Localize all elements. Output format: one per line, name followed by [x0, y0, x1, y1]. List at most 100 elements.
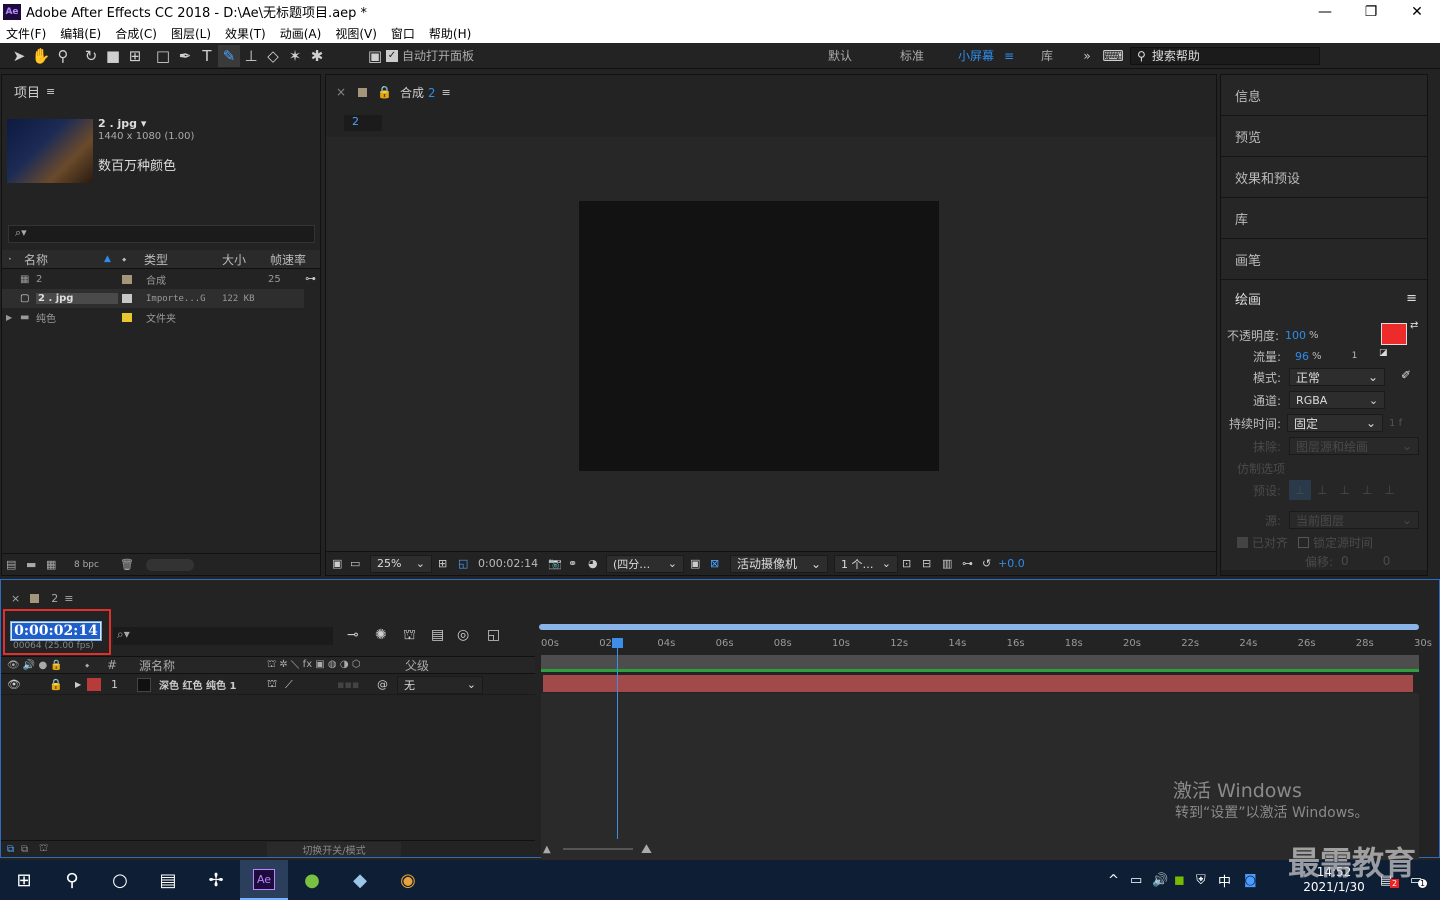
label-color-swatch[interactable]: [122, 294, 132, 303]
region-icon[interactable]: ▣: [690, 557, 710, 570]
timeline-layer-row[interactable]: 👁 🔒 ▶ 1 深色 红色 纯色 1 ⛫ ⟋ ▪▪▪ @ 无 ⌄: [1, 675, 535, 695]
cortana-icon[interactable]: ○: [96, 860, 144, 900]
camera-tool-icon[interactable]: ■: [102, 45, 124, 67]
ime-indicator[interactable]: 中: [1218, 871, 1244, 890]
eyedropper-icon[interactable]: ✐: [1401, 368, 1411, 382]
new-folder-icon[interactable]: ▬: [26, 558, 46, 571]
trash-icon[interactable]: 🗑: [120, 558, 140, 571]
reset-exposure-icon[interactable]: ↺: [982, 557, 998, 570]
project-search-input[interactable]: ⌕▾: [8, 225, 315, 243]
show-hidden-icons-icon[interactable]: ^: [1108, 873, 1130, 888]
zoom-in-icon[interactable]: ⛰: [641, 842, 652, 857]
source-dropdown[interactable]: 当前图层 ⌄: [1289, 511, 1420, 529]
offset-y-value[interactable]: 0: [1383, 554, 1391, 568]
task-view-icon[interactable]: ▤: [144, 860, 192, 900]
layer-switches-icon[interactable]: ⧉: [1, 844, 21, 855]
timecode-input[interactable]: 0:00:02:14: [10, 621, 102, 641]
shy-switch-icon[interactable]: ⛫: [267, 677, 285, 692]
monitor-icon[interactable]: ▭: [350, 557, 370, 570]
transparency-grid-icon[interactable]: ⊠: [710, 557, 730, 570]
clone-stamp-tool-icon[interactable]: ⊥: [240, 45, 262, 67]
menu-help[interactable]: 帮助(H): [429, 25, 471, 42]
label-color-swatch[interactable]: [122, 275, 132, 284]
layer-label-color[interactable]: [87, 678, 101, 691]
more-workspaces-icon[interactable]: »: [1072, 49, 1102, 63]
workspace-standard[interactable]: 标准: [876, 47, 948, 64]
resolution-dropdown[interactable]: (四分… ⌄: [606, 554, 684, 573]
panel-menu-icon[interactable]: ≡: [442, 86, 451, 99]
zoom-tool-icon[interactable]: ⚲: [52, 45, 74, 67]
sort-up-icon[interactable]: ▲: [104, 254, 122, 264]
brushes-panel-tab[interactable]: 画笔: [1221, 239, 1427, 280]
bit-depth-label[interactable]: 8 bpc: [74, 560, 120, 570]
security-icon[interactable]: ⛨: [1196, 873, 1218, 888]
visibility-eye-icon[interactable]: 👁: [1, 678, 35, 691]
opacity-value[interactable]: 100: [1285, 329, 1306, 342]
menu-animation[interactable]: 动画(A): [280, 25, 322, 42]
interpret-footage-icon[interactable]: ▤: [6, 558, 26, 571]
duration-dropdown[interactable]: 固定 ⌄: [1287, 414, 1384, 432]
new-composition-icon[interactable]: ▦: [46, 558, 74, 571]
toggle-pixel-icon[interactable]: ⊡: [902, 557, 922, 570]
layer-lock-icon[interactable]: 🔒: [35, 678, 75, 691]
hand-tool-icon[interactable]: ✋: [30, 45, 52, 67]
frame-blending-icon[interactable]: ▤: [431, 627, 457, 645]
pinwheel-app-icon[interactable]: ✢: [192, 860, 240, 900]
col-size[interactable]: 大小: [222, 251, 270, 268]
mode-dropdown[interactable]: 正常 ⌄: [1289, 368, 1386, 386]
aligned-checkbox[interactable]: [1237, 536, 1248, 548]
fast-preview-icon[interactable]: ⊟: [922, 557, 942, 570]
comp-canvas[interactable]: [579, 201, 939, 471]
close-button[interactable]: ✕: [1394, 0, 1440, 23]
workspace-icon[interactable]: ▣: [364, 45, 386, 67]
clone-preset-4-icon[interactable]: ⊥: [1362, 483, 1372, 497]
composition-mini-flowchart-icon[interactable]: ⊸: [347, 627, 375, 645]
search-icon[interactable]: ⚲: [48, 860, 96, 900]
clone-preset-2-icon[interactable]: ⊥: [1317, 483, 1327, 497]
close-tab-icon[interactable]: ×: [11, 592, 20, 605]
notepad-app-icon[interactable]: ◆: [336, 860, 384, 900]
auto-open-panel-checkbox[interactable]: ✓ 自动打开面板: [386, 47, 474, 64]
mask-toggle-icon[interactable]: ◱: [458, 557, 478, 570]
rotate-tool-icon[interactable]: ↻: [80, 45, 102, 67]
brush-tool-icon[interactable]: ✎: [218, 44, 240, 67]
clone-preset-5-icon[interactable]: ⊥: [1384, 483, 1394, 497]
show-snapshot-icon[interactable]: ⚭: [568, 557, 588, 570]
windows-start-icon[interactable]: ⊞: [0, 860, 48, 900]
comp-tab-label[interactable]: 合成 2: [400, 84, 435, 101]
col-name[interactable]: 名称: [24, 251, 104, 268]
pen-tool-icon[interactable]: ✒: [174, 45, 196, 67]
menu-layer[interactable]: 图层(L): [171, 25, 211, 42]
type-tool-icon[interactable]: T: [196, 45, 218, 67]
project-row[interactable]: ▢ 2 . jpg Importe...G 122 KB: [2, 289, 304, 308]
zoom-dropdown[interactable]: 25% ⌄: [370, 554, 432, 573]
channel-dropdown[interactable]: RGBA ⌄: [1289, 391, 1386, 409]
playhead-handle[interactable]: [612, 638, 623, 648]
rectangle-tool-icon[interactable]: □: [152, 45, 174, 67]
network-icon[interactable]: ▭: [1130, 873, 1152, 888]
zoom-slider[interactable]: [563, 848, 633, 850]
comp-nav-tab[interactable]: 2: [344, 115, 382, 131]
expand-arrow-icon[interactable]: ▶: [75, 680, 87, 689]
chrome-icon[interactable]: ◉: [384, 860, 432, 900]
snapshot-icon[interactable]: 📷: [548, 557, 568, 570]
offset-x-value[interactable]: 0: [1341, 554, 1349, 568]
timeline-icon[interactable]: ▥: [942, 557, 962, 570]
erase-dropdown[interactable]: 图层源和绘画 ⌄: [1289, 437, 1420, 455]
effects-presets-panel-tab[interactable]: 效果和预设: [1221, 157, 1427, 198]
selection-tool-icon[interactable]: ➤: [8, 45, 30, 67]
after-effects-taskbar-icon[interactable]: Ae: [240, 860, 288, 900]
playhead-line[interactable]: [617, 640, 618, 839]
eraser-tool-icon[interactable]: ◇: [262, 45, 284, 67]
workspace-small-screen[interactable]: 小屏幕: [948, 47, 1004, 64]
in-out-icon[interactable]: ⛫: [39, 843, 267, 856]
foreground-color-swatch[interactable]: [1381, 323, 1407, 345]
puppet-tool-icon[interactable]: ✱: [306, 45, 328, 67]
close-tab-icon[interactable]: ×: [336, 85, 346, 99]
libraries-panel-tab[interactable]: 库: [1221, 198, 1427, 239]
col-fps[interactable]: 帧速率: [270, 251, 318, 268]
expand-arrow-icon[interactable]: ▶: [2, 313, 14, 322]
volume-icon[interactable]: 🔊: [1152, 873, 1174, 888]
flowchart-icon[interactable]: ⊶: [305, 272, 316, 285]
preview-panel-tab[interactable]: 预览: [1221, 116, 1427, 157]
